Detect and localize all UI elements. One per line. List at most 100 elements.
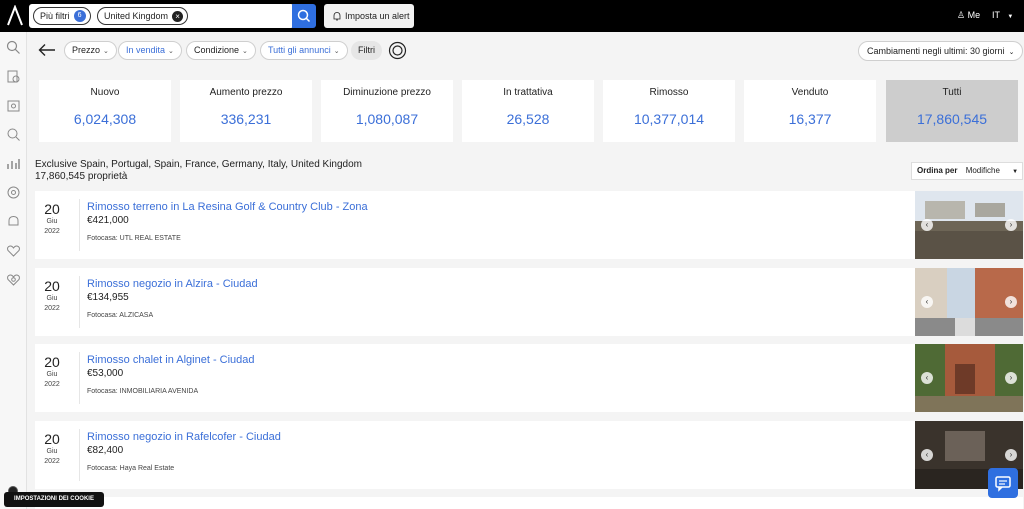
prev-photo-icon[interactable]: ‹ — [921, 449, 933, 461]
listing-photo[interactable]: ‹ › — [915, 268, 1023, 336]
listing-photo[interactable]: ‹ › — [915, 344, 1023, 412]
listings-filter[interactable]: Tutti gli annunci ⌄ — [260, 41, 348, 60]
location-chip[interactable]: United Kingdom × — [97, 7, 189, 25]
stat-label: Tutti — [942, 87, 962, 98]
listing-date: 20 Giu 2022 — [35, 201, 69, 237]
listing-row[interactable]: 20 Giu 2022 Rimosso terreno in La Resina G… — [35, 191, 1023, 259]
stat-card-all[interactable]: Tutti 17,860,545 — [886, 80, 1018, 142]
listings-filter-label: Tutti gli annunci — [268, 45, 331, 55]
set-alert-label: Imposta un alert — [345, 11, 410, 21]
location-chip-label: United Kingdom — [104, 11, 169, 21]
sort-dropdown[interactable]: Ordina per Modifiche ▼ — [911, 162, 1023, 180]
target-icon[interactable] — [6, 185, 21, 200]
filters-button[interactable]: Filtri — [351, 41, 382, 60]
user-menu[interactable]: ♙ Me — [957, 10, 980, 21]
listing-title-link[interactable]: Rimosso chalet in Alginet - Ciudad — [87, 354, 255, 366]
stat-value: 336,231 — [220, 111, 272, 127]
cookie-settings-button[interactable]: IMPOSTAZIONI DEI COOKIE — [4, 492, 104, 507]
listing-month: Giu — [46, 218, 58, 225]
listing-month: Giu — [46, 371, 58, 378]
listing-title-link[interactable]: Rimosso negozio in Alzira - Ciudad — [87, 278, 258, 290]
back-arrow-icon[interactable] — [38, 43, 56, 57]
stat-card-removed[interactable]: Rimosso 10,377,014 — [603, 80, 735, 142]
regions-text: Exclusive Spain, Portugal, Spain, France… — [35, 159, 363, 170]
stat-card-under-offer[interactable]: In trattativa 26,528 — [462, 80, 594, 142]
listing-row[interactable]: 20 Giu 2022 Rimosso chalet in Alginet - Ci… — [35, 344, 1023, 412]
listing-year: 2022 — [44, 228, 60, 235]
listing-date: 20 Giu 2022 — [35, 431, 69, 467]
remove-location-icon[interactable]: × — [172, 10, 184, 22]
results-count: 17,860,545 proprietà — [35, 171, 128, 182]
listing-date: 20 Giu 2022 — [35, 278, 69, 314]
property-search-icon[interactable] — [6, 69, 21, 84]
prev-photo-icon[interactable]: ‹ — [921, 372, 933, 384]
status-filter[interactable]: In vendita ⌄ — [118, 41, 182, 60]
saved-search-icon[interactable] — [6, 272, 21, 287]
more-filters-label: Più filtri — [40, 11, 70, 21]
analytics-icon[interactable] — [6, 156, 21, 171]
stat-card-new[interactable]: Nuovo 6,024,308 — [39, 80, 171, 142]
stat-label: Aumento prezzo — [209, 87, 283, 98]
bell-icon[interactable] — [6, 214, 21, 229]
valuation-icon[interactable] — [6, 98, 21, 113]
condition-filter[interactable]: Condizione ⌄ — [186, 41, 256, 60]
search-icon[interactable] — [6, 40, 21, 55]
status-filter-label: In vendita — [126, 45, 166, 55]
listing-row[interactable]: 20 Giu 2022 Rimosso negozio in Alzira - Ci… — [35, 268, 1023, 336]
user-icon: ♙ — [957, 10, 966, 20]
refresh-icon[interactable] — [388, 41, 407, 60]
stat-card-price-decrease[interactable]: Diminuzione prezzo 1,080,087 — [321, 80, 453, 142]
market-search-icon[interactable] — [6, 127, 21, 142]
stat-card-sold[interactable]: Venduto 16,377 — [744, 80, 876, 142]
stat-value: 1,080,087 — [355, 111, 419, 127]
listing-year: 2022 — [44, 381, 60, 388]
listing-title-link[interactable]: Rimosso negozio in Rafelcofer - Ciudad — [87, 431, 281, 443]
listing-agency: Fotocasa: INMOBILIARIA AVENIDA — [87, 388, 199, 395]
top-bar: Più filtri 6 United Kingdom × Imposta un… — [0, 0, 1024, 32]
stat-value: 10,377,014 — [633, 111, 705, 127]
chevron-down-icon: ⌄ — [333, 48, 340, 55]
next-photo-icon[interactable]: › — [1005, 219, 1017, 231]
more-filters-chip[interactable]: Più filtri 6 — [33, 7, 91, 25]
results-summary: Exclusive Spain, Portugal, Spain, France… — [35, 159, 362, 183]
stat-label: Diminuzione prezzo — [343, 87, 431, 98]
filter-count-badge: 6 — [73, 10, 86, 22]
bell-icon — [333, 12, 341, 21]
next-photo-icon[interactable]: › — [1005, 296, 1017, 308]
listing-day: 20 — [44, 201, 60, 217]
changes-period-dropdown[interactable]: Cambiamenti negli ultimi: 30 giorni ⌄ — [858, 41, 1024, 61]
prev-photo-icon[interactable]: ‹ — [921, 296, 933, 308]
listing-date: 20 Giu 2022 — [35, 354, 69, 390]
search-box[interactable]: Più filtri 6 United Kingdom × — [29, 4, 294, 28]
listing-month: Giu — [46, 295, 58, 302]
next-photo-icon[interactable]: › — [1005, 372, 1017, 384]
stat-card-price-increase[interactable]: Aumento prezzo 336,231 — [180, 80, 312, 142]
set-alert-button[interactable]: Imposta un alert — [324, 4, 414, 28]
listing-agency: Fotocasa: ALZICASA — [87, 312, 154, 319]
chat-icon — [995, 476, 1011, 492]
listing-price: €53,000 — [87, 368, 124, 379]
chevron-down-icon: ▼ — [1012, 169, 1019, 175]
search-button[interactable] — [292, 4, 316, 28]
listing-row[interactable]: 20 Giu 2022 Rimosso negozio in Rafelcofer … — [35, 421, 1023, 489]
stat-value: 6,024,308 — [73, 111, 137, 127]
stat-value: 17,860,545 — [916, 111, 988, 127]
next-photo-icon[interactable]: › — [1005, 449, 1017, 461]
search-icon — [297, 9, 311, 23]
stat-label: Venduto — [791, 87, 829, 98]
logo-icon[interactable] — [6, 5, 24, 27]
price-filter[interactable]: Prezzo ⌄ — [64, 41, 117, 60]
language-label: IT — [992, 10, 1000, 20]
heart-icon[interactable] — [6, 243, 21, 258]
chat-button[interactable] — [988, 468, 1018, 498]
listing-price: €134,955 — [87, 292, 129, 303]
chevron-down-icon: ▼ — [1007, 14, 1014, 20]
prev-photo-icon[interactable]: ‹ — [921, 219, 933, 231]
listing-price: €421,000 — [87, 215, 129, 226]
listing-row[interactable] — [35, 497, 1023, 509]
listing-year: 2022 — [44, 458, 60, 465]
listing-title-link[interactable]: Rimosso terreno in La Resina Golf & Coun… — [87, 201, 368, 213]
listing-day: 20 — [44, 354, 60, 370]
listing-photo[interactable]: ‹ › — [915, 191, 1023, 259]
language-selector[interactable]: IT ▼ — [992, 10, 1013, 20]
